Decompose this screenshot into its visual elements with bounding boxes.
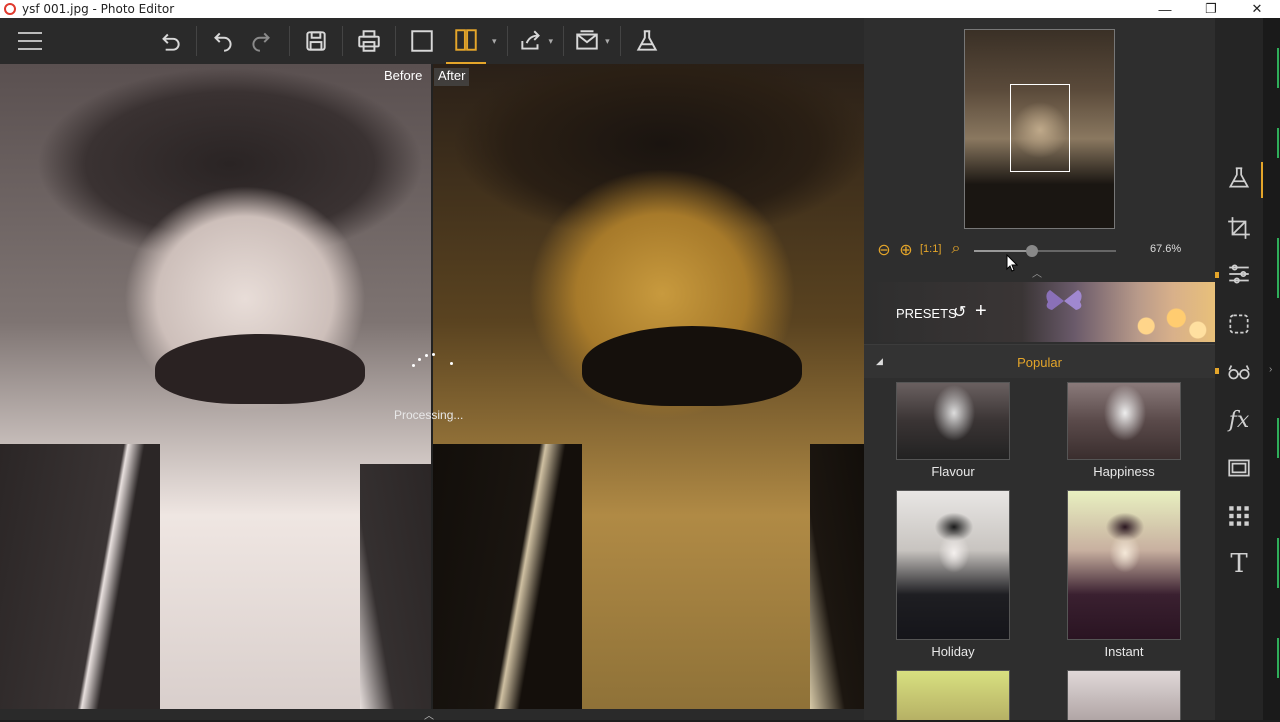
zoom-value: 67.6%	[1150, 243, 1182, 255]
fx-icon[interactable]: fx	[1215, 400, 1263, 440]
chevron-down-icon[interactable]: ▾	[492, 36, 497, 47]
blossom-decoration	[1129, 302, 1215, 342]
texture-icon[interactable]	[1215, 496, 1263, 536]
minimize-button[interactable]: —	[1142, 0, 1188, 18]
before-photo-jacket	[360, 464, 432, 709]
email-icon[interactable]	[572, 18, 602, 64]
presets-header: PRESETS ↺ +	[864, 282, 1215, 342]
category-header[interactable]: ◢ Popular	[864, 344, 1215, 378]
fit-to-screen-icon[interactable]: ⌕	[946, 240, 966, 260]
preset-item[interactable]: Instant	[1067, 490, 1181, 659]
restore-button[interactable]: ❐	[1188, 0, 1234, 18]
preset-name: Instant	[1104, 644, 1144, 659]
rotate-left-icon[interactable]	[152, 18, 188, 64]
undo-icon[interactable]	[205, 18, 241, 64]
preset-thumbnail[interactable]	[896, 670, 1010, 720]
butterfly-decoration-icon	[1046, 290, 1082, 310]
before-photo-jacket	[0, 444, 160, 709]
preset-name: Happiness	[1093, 464, 1155, 479]
preset-item[interactable]	[1067, 670, 1181, 720]
zoom-in-icon[interactable]: ⊕	[896, 240, 916, 260]
preset-name: Flavour	[931, 464, 975, 479]
selection-icon[interactable]	[1215, 304, 1263, 344]
frame-icon[interactable]	[1215, 448, 1263, 488]
actual-size-icon[interactable]: [1:1]	[920, 243, 941, 263]
presets-add-icon[interactable]: +	[975, 300, 987, 323]
edge-strip: ›	[1263, 18, 1280, 720]
glasses-icon[interactable]	[1215, 352, 1263, 392]
zoom-slider-handle[interactable]	[1026, 245, 1039, 257]
window-title: ysf 001.jpg - Photo Editor	[22, 2, 175, 16]
after-photo-jacket	[810, 444, 864, 709]
zoom-out-icon[interactable]: ⊖	[874, 240, 894, 260]
compare-view-icon[interactable]	[446, 18, 486, 64]
close-button[interactable]: ✕	[1234, 0, 1280, 18]
compare-divider[interactable]	[431, 64, 433, 709]
lab-flask-icon[interactable]	[1215, 158, 1263, 198]
chevron-right-icon[interactable]: ›	[1269, 364, 1272, 375]
save-icon[interactable]	[298, 18, 334, 64]
lab-flask-icon[interactable]	[629, 18, 665, 64]
canvas-bottom-bar: ︿	[0, 709, 864, 722]
preset-thumbnail[interactable]	[1067, 382, 1181, 460]
chevron-down-icon[interactable]: ▾	[549, 36, 554, 47]
text-tool-icon[interactable]: T	[1215, 544, 1263, 584]
photo-canvas[interactable]: Before After Processing...	[0, 64, 864, 709]
category-title: Popular	[1017, 355, 1062, 370]
single-view-icon[interactable]	[404, 18, 440, 64]
preset-thumbnail[interactable]	[1067, 670, 1181, 720]
hamburger-menu-icon[interactable]	[8, 18, 52, 64]
presets-label: PRESETS	[896, 306, 957, 321]
tool-sidebar: fx T	[1215, 18, 1263, 720]
preset-item[interactable]: Flavour	[896, 382, 1010, 479]
right-panel: ⊖ ⊕ [1:1] ⌕ 67.6% ︿ PRESETS ↺ + ◢ Popula…	[864, 18, 1215, 720]
preset-thumbnail[interactable]	[896, 490, 1010, 640]
after-photo-mustache	[582, 326, 802, 406]
share-icon[interactable]	[516, 18, 546, 64]
preset-thumbnail[interactable]	[896, 382, 1010, 460]
collapse-navigator-icon[interactable]: ︿	[1032, 265, 1042, 280]
preset-item[interactable]: Holiday	[896, 490, 1010, 659]
preset-item[interactable]: Happiness	[1067, 382, 1181, 479]
chevron-down-icon[interactable]: ▾	[605, 36, 610, 47]
before-label: Before	[384, 68, 423, 83]
mouse-cursor-icon	[1006, 254, 1018, 272]
adjustments-icon[interactable]	[1215, 254, 1263, 294]
preset-thumbnail[interactable]	[1067, 490, 1181, 640]
navigator-viewport-frame[interactable]	[1010, 84, 1070, 172]
zoom-controls: ⊖ ⊕ [1:1] ⌕ 67.6%	[864, 240, 1215, 264]
print-icon[interactable]	[351, 18, 387, 64]
after-label: After	[434, 68, 470, 86]
processing-status: Processing...	[394, 408, 464, 422]
main-toolbar: ▾ ▾ ▾	[0, 18, 864, 64]
preset-item[interactable]	[896, 670, 1010, 720]
presets-undo-icon[interactable]: ↺	[953, 302, 966, 322]
preset-grid: Flavour Happiness Holiday Instant	[864, 382, 1215, 720]
app-logo-icon	[4, 3, 16, 15]
zoom-slider[interactable]	[974, 245, 1116, 257]
redo-icon[interactable]	[241, 18, 281, 64]
after-photo-jacket	[432, 444, 582, 709]
before-photo-mustache	[155, 334, 365, 404]
crop-icon[interactable]	[1215, 208, 1263, 248]
title-bar: ysf 001.jpg - Photo Editor — ❐ ✕	[0, 0, 1280, 18]
preset-name: Holiday	[931, 644, 975, 659]
loading-spinner-icon	[410, 350, 454, 370]
